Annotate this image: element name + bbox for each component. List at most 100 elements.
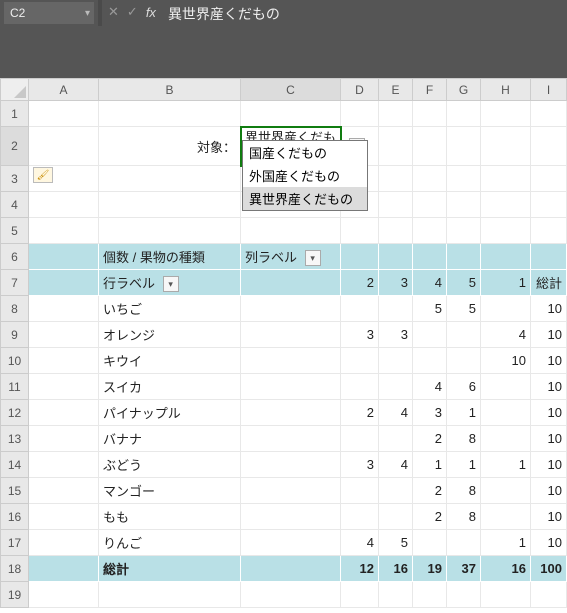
dropdown-option[interactable]: 外国産くだもの <box>243 164 367 187</box>
cell[interactable] <box>341 218 379 244</box>
cell[interactable] <box>531 582 567 608</box>
row-header[interactable]: 18 <box>1 556 29 582</box>
cell[interactable] <box>241 530 341 556</box>
cell[interactable] <box>379 166 413 192</box>
cell[interactable] <box>241 322 341 348</box>
cell[interactable] <box>413 192 447 218</box>
pivot-value[interactable] <box>447 322 481 348</box>
cell[interactable] <box>29 270 99 296</box>
cell[interactable] <box>341 101 379 127</box>
pivot-value[interactable]: 2 <box>413 504 447 530</box>
cell[interactable] <box>413 166 447 192</box>
chevron-down-icon[interactable]: ▾ <box>85 8 90 19</box>
pivot-col-header[interactable]: 3 <box>379 270 413 296</box>
cell[interactable] <box>29 400 99 426</box>
row-header[interactable]: 9 <box>1 322 29 348</box>
cell[interactable] <box>413 127 447 166</box>
filter-label-cell[interactable]: 対象： <box>99 127 241 166</box>
pivot-value[interactable]: 3 <box>341 322 379 348</box>
pivot-value[interactable]: 10 <box>531 452 567 478</box>
row-header[interactable]: 13 <box>1 426 29 452</box>
pivot-value[interactable]: 4 <box>481 322 531 348</box>
pivot-row-label[interactable]: いちご <box>99 296 241 322</box>
pivot-col-header[interactable]: 1 <box>481 270 531 296</box>
pivot-value[interactable] <box>379 478 413 504</box>
cell[interactable] <box>29 504 99 530</box>
pivot-value[interactable]: 6 <box>447 374 481 400</box>
pivot-totals-label[interactable]: 総計 <box>99 556 241 582</box>
col-labels-dropdown[interactable]: ▾ <box>305 250 321 266</box>
pivot-value[interactable]: 8 <box>447 426 481 452</box>
cell[interactable] <box>447 101 481 127</box>
pivot-value[interactable]: 10 <box>481 348 531 374</box>
dropdown-option[interactable]: 国産くだもの <box>243 141 367 164</box>
cell[interactable] <box>241 218 341 244</box>
row-header[interactable]: 8 <box>1 296 29 322</box>
pivot-total-value[interactable]: 12 <box>341 556 379 582</box>
pivot-value[interactable]: 3 <box>341 452 379 478</box>
row-header[interactable]: 17 <box>1 530 29 556</box>
pivot-value[interactable]: 2 <box>413 426 447 452</box>
col-header[interactable]: F <box>413 79 447 101</box>
pivot-value[interactable] <box>481 374 531 400</box>
pivot-value[interactable]: 5 <box>447 296 481 322</box>
pivot-value[interactable]: 10 <box>531 348 567 374</box>
accept-icon[interactable]: ✓ <box>127 4 138 20</box>
pivot-value[interactable] <box>481 400 531 426</box>
cell[interactable] <box>481 582 531 608</box>
pivot-value[interactable]: 2 <box>413 478 447 504</box>
cell[interactable] <box>29 127 99 166</box>
pivot-value[interactable]: 10 <box>531 400 567 426</box>
row-header[interactable]: 7 <box>1 270 29 296</box>
cell[interactable] <box>531 218 567 244</box>
pivot-value[interactable]: 5 <box>379 530 413 556</box>
cell[interactable] <box>531 244 567 270</box>
pivot-value[interactable]: 4 <box>341 530 379 556</box>
pivot-value[interactable]: 5 <box>413 296 447 322</box>
cell[interactable] <box>99 192 241 218</box>
pivot-total-value[interactable]: 100 <box>531 556 567 582</box>
row-header[interactable]: 15 <box>1 478 29 504</box>
cell[interactable] <box>481 218 531 244</box>
row-header[interactable]: 5 <box>1 218 29 244</box>
pivot-value[interactable] <box>341 426 379 452</box>
cell[interactable] <box>29 192 99 218</box>
pivot-value[interactable] <box>379 296 413 322</box>
row-header[interactable]: 2 <box>1 127 29 166</box>
pivot-row-label[interactable]: スイカ <box>99 374 241 400</box>
cell[interactable] <box>241 504 341 530</box>
cell[interactable] <box>379 127 413 166</box>
pivot-value[interactable]: 1 <box>447 452 481 478</box>
col-header[interactable]: H <box>481 79 531 101</box>
cell[interactable] <box>29 348 99 374</box>
pivot-value[interactable]: 10 <box>531 478 567 504</box>
cell[interactable] <box>241 556 341 582</box>
pivot-value[interactable]: 1 <box>413 452 447 478</box>
pivot-value[interactable] <box>341 478 379 504</box>
cell[interactable] <box>29 218 99 244</box>
pivot-value[interactable] <box>481 296 531 322</box>
cell[interactable] <box>241 270 341 296</box>
cell[interactable] <box>241 101 341 127</box>
cell[interactable] <box>241 400 341 426</box>
cell[interactable] <box>531 127 567 166</box>
formula-input[interactable]: 異世界産くだもの <box>162 0 567 78</box>
cell[interactable] <box>99 218 241 244</box>
pivot-row-labels[interactable]: 行ラベル ▾ <box>99 270 241 296</box>
cancel-icon[interactable]: ✕ <box>108 4 119 20</box>
cell[interactable] <box>29 582 99 608</box>
cell[interactable] <box>241 374 341 400</box>
cell[interactable] <box>379 101 413 127</box>
select-all-corner[interactable] <box>1 79 29 101</box>
cell[interactable] <box>447 166 481 192</box>
pivot-value[interactable]: 3 <box>413 400 447 426</box>
pivot-value[interactable] <box>413 348 447 374</box>
col-header[interactable]: E <box>379 79 413 101</box>
cell[interactable] <box>29 452 99 478</box>
cell[interactable] <box>99 166 241 192</box>
cell[interactable] <box>531 166 567 192</box>
pivot-col-header[interactable]: 5 <box>447 270 481 296</box>
pivot-total-value[interactable]: 19 <box>413 556 447 582</box>
cell[interactable] <box>341 582 379 608</box>
pivot-col-header[interactable]: 総計 <box>531 270 567 296</box>
